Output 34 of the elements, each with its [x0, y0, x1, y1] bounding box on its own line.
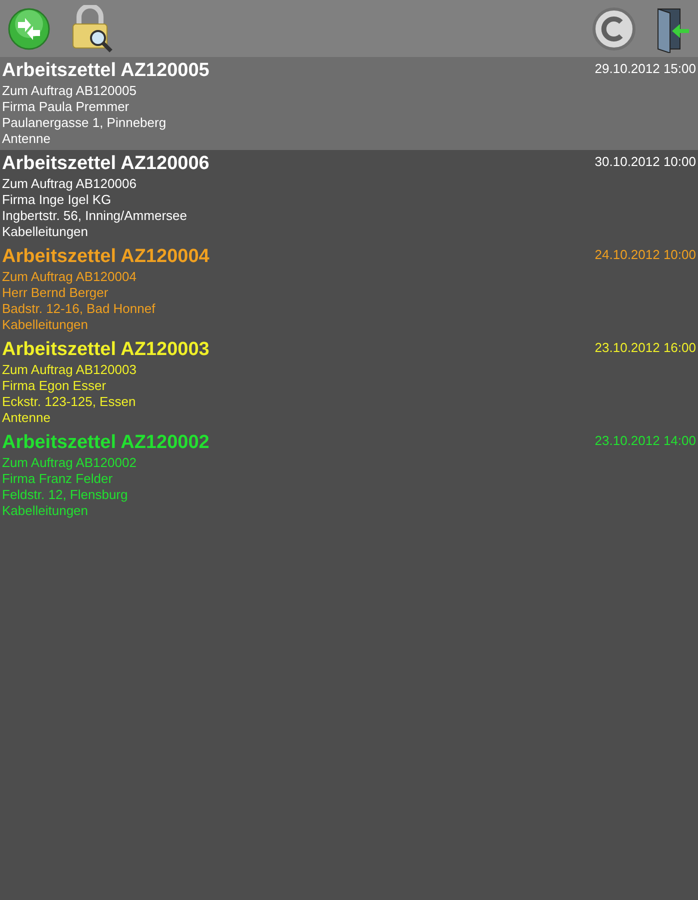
work-order-detail: Firma Inge Igel KG [2, 192, 112, 208]
padlock-search-icon[interactable] [70, 4, 114, 52]
work-order-detail: Herr Bernd Berger [2, 285, 110, 301]
work-order-detail: Zum Auftrag AB120006 [2, 176, 138, 192]
copyright-icon[interactable] [592, 6, 636, 50]
work-order-date: 23.10.2012 14:00 [594, 432, 696, 450]
work-order-detail: Antenne [2, 131, 52, 147]
work-order-detail: Firma Franz Felder [2, 471, 114, 487]
work-order-detail: Kabelleitungen [2, 503, 90, 519]
work-order-detail: Firma Egon Esser [2, 378, 108, 394]
work-order-detail: Feldstr. 12, Flensburg [2, 487, 129, 503]
work-order-detail: Zum Auftrag AB120002 [2, 455, 138, 471]
work-order-detail: Firma Paula Premmer [2, 99, 130, 115]
work-order-title: Arbeitszettel AZ120003 [2, 338, 210, 362]
work-order-detail: Kabelleitungen [2, 224, 90, 240]
work-order-detail: Zum Auftrag AB120005 [2, 83, 138, 99]
work-order-detail: Eckstr. 123-125, Essen [2, 394, 137, 410]
work-order-item[interactable]: Arbeitszettel AZ120005 Zum Auftrag AB120005 Firma Paula Premmer Paulanergasse 1, Pinneberg Antenne 29.10.2012 15:00 [0, 57, 698, 150]
work-order-detail: Antenne [2, 410, 52, 426]
work-order-date: 30.10.2012 10:00 [594, 153, 696, 171]
work-order-title: Arbeitszettel AZ120006 [2, 152, 210, 176]
work-order-detail: Kabelleitungen [2, 317, 90, 333]
work-order-detail: Badstr. 12-16, Bad Honnef [2, 301, 156, 317]
work-order-date: 23.10.2012 16:00 [594, 339, 696, 357]
work-order-detail: Zum Auftrag AB120004 [2, 269, 138, 285]
work-order-title: Arbeitszettel AZ120005 [2, 59, 210, 83]
work-order-title: Arbeitszettel AZ120004 [2, 245, 210, 269]
work-order-title: Arbeitszettel AZ120002 [2, 431, 210, 455]
work-order-date: 29.10.2012 15:00 [594, 60, 696, 78]
work-order-detail: Ingbertstr. 56, Inning/Ammersee [2, 208, 188, 224]
sync-icon[interactable] [8, 8, 50, 50]
work-order-date: 24.10.2012 10:00 [594, 246, 696, 264]
work-order-detail: Paulanergasse 1, Pinneberg [2, 115, 168, 131]
work-order-detail: Zum Auftrag AB120003 [2, 362, 138, 378]
